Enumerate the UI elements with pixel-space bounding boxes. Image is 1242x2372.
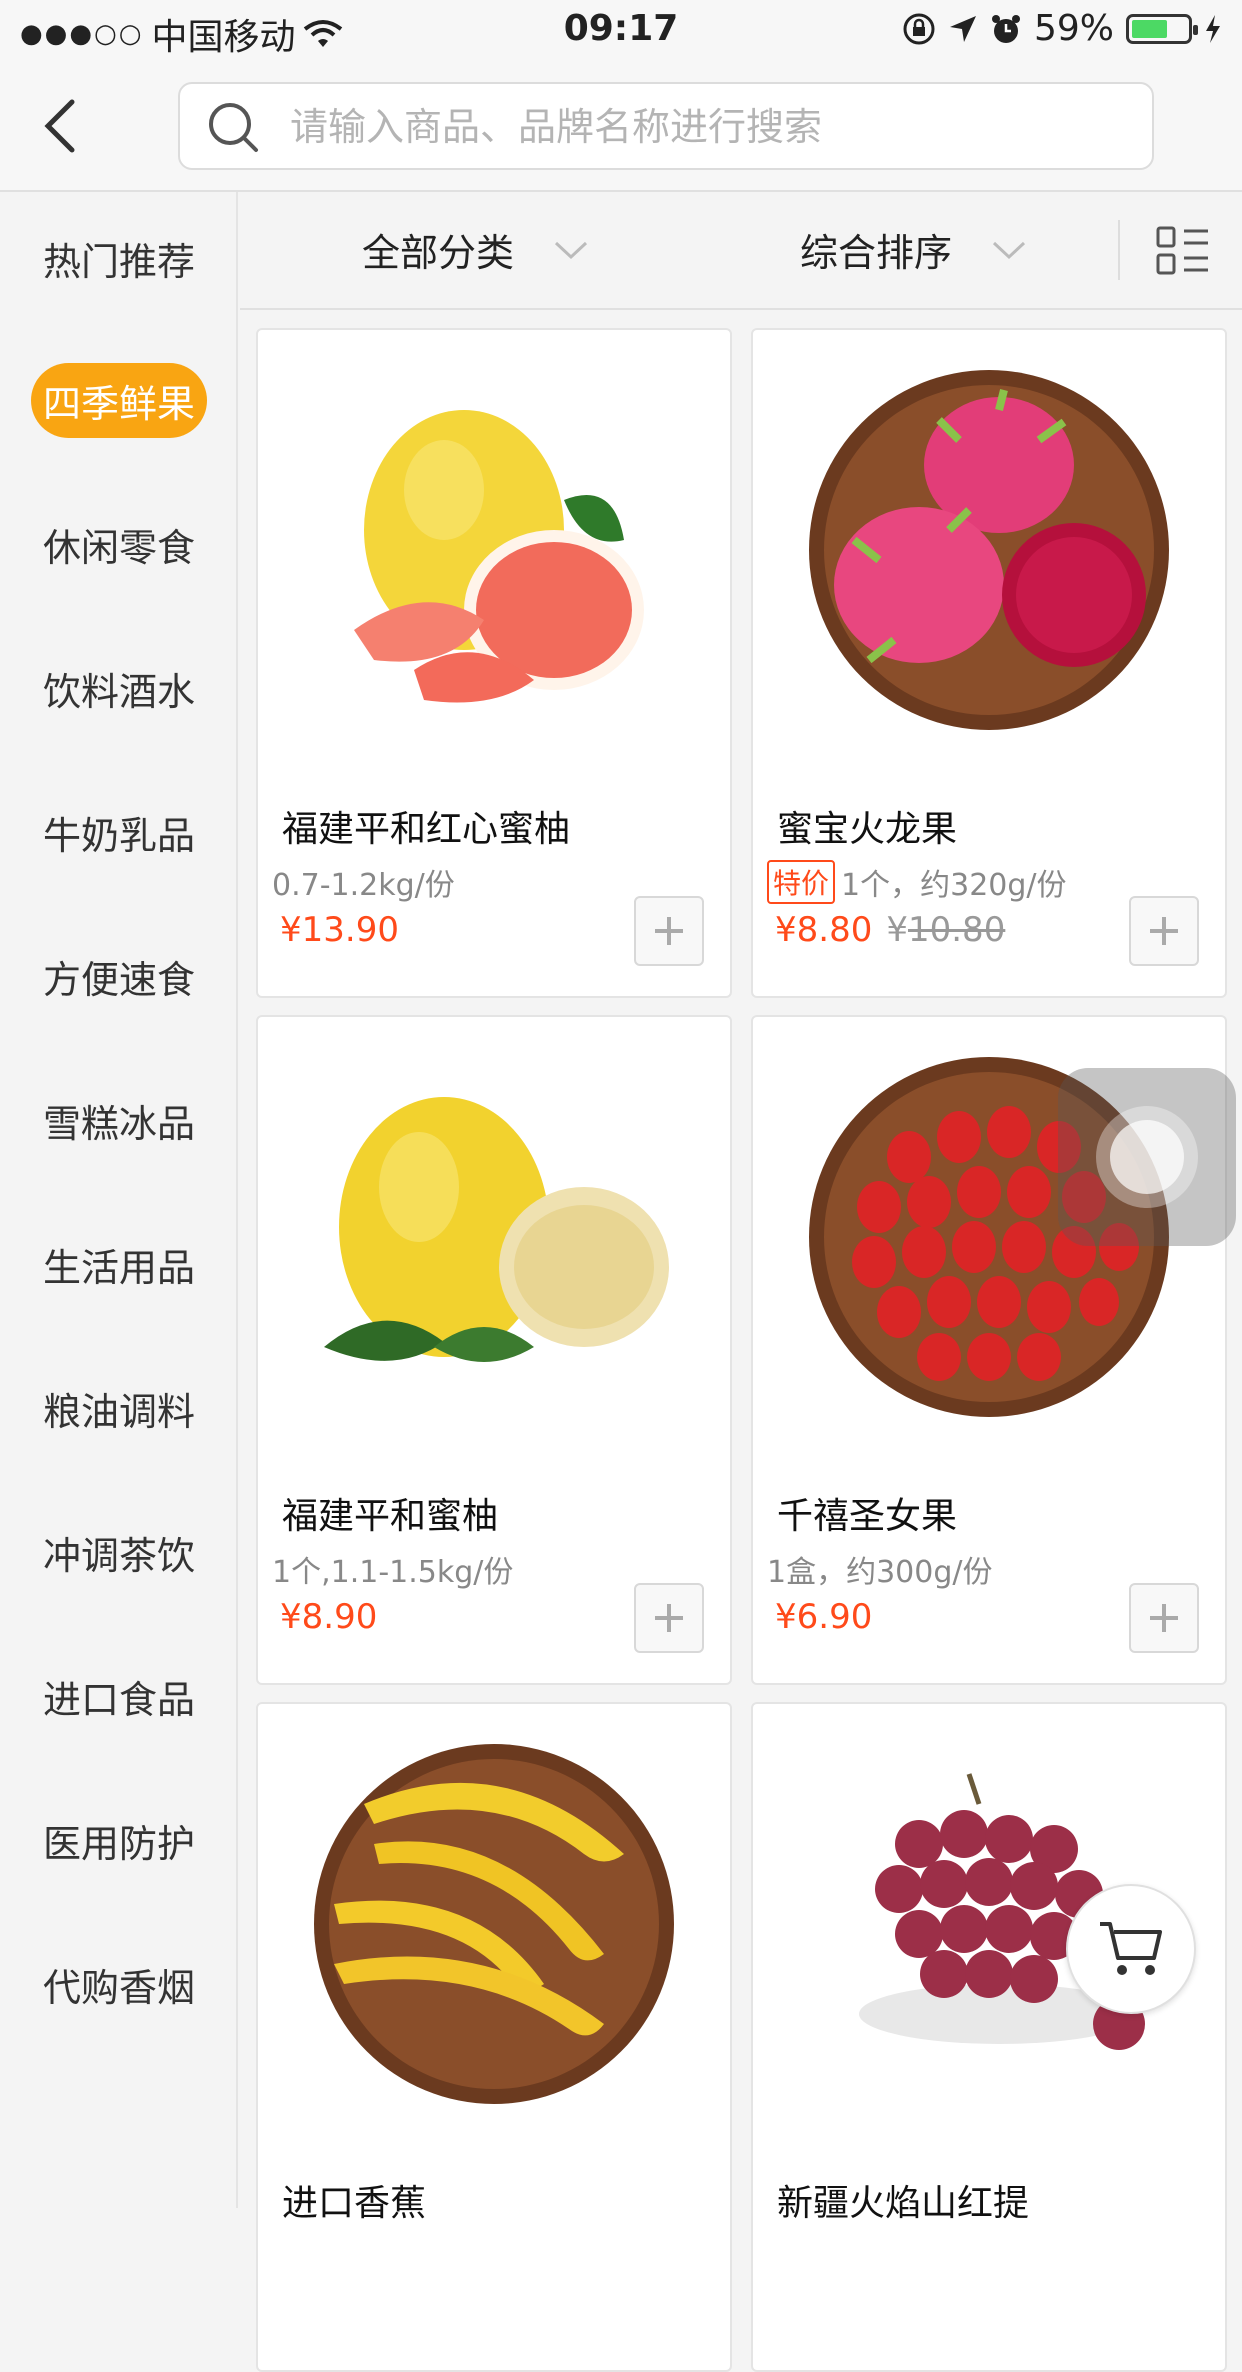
cart-button[interactable] — [1066, 1884, 1196, 2014]
product-spec-text: 1个，约320g/份 — [841, 868, 1067, 903]
sidebar-item-label: 医用防护 — [42, 1821, 195, 1866]
sidebar-item-tea[interactable]: 冲调茶饮 — [0, 1512, 238, 1592]
sidebar-item-label: 进口食品 — [42, 1677, 195, 1722]
back-icon[interactable] — [36, 98, 86, 154]
dragonfruit-icon — [753, 330, 1225, 770]
battery-icon — [1126, 13, 1198, 44]
sidebar-item-label: 方便速食 — [42, 957, 195, 1002]
chevron-down-icon — [554, 241, 588, 259]
sidebar-item-daily[interactable]: 生活用品 — [0, 1224, 238, 1304]
product-name: 进口香蕉 — [282, 2183, 427, 2224]
category-sidebar: 热门推荐 四季鲜果 休闲零食 饮料酒水 牛奶乳品 方便速食 雪糕冰品 生活用品 … — [0, 192, 238, 2208]
product-name: 蜜宝火龙果 — [777, 809, 958, 850]
search-icon — [209, 103, 258, 152]
add-to-cart-button[interactable] — [634, 896, 704, 966]
product-card[interactable]: 蜜宝火龙果 特价 1个，约320g/份 ¥8.80 ¥10.80 — [751, 328, 1227, 998]
sale-badge: 特价 — [767, 860, 836, 904]
product-name: 新疆火焰山红提 — [777, 2183, 1030, 2224]
sidebar-item-medical[interactable]: 医用防护 — [0, 1800, 238, 1880]
product-spec-text: 0.7-1.2kg/份 — [272, 868, 455, 903]
sort-filter[interactable]: 综合排序 — [800, 222, 1026, 277]
search-box[interactable] — [178, 82, 1154, 170]
product-spec: 1个,1.1-1.5kg/份 — [272, 1547, 513, 1591]
product-spec-text: 1盒，约300g/份 — [767, 1555, 993, 1590]
rotation-lock-icon — [903, 13, 935, 44]
plus-icon — [1150, 917, 1178, 945]
product-price: ¥8.90 — [280, 1597, 377, 1637]
product-card[interactable]: 新疆火焰山红提 — [751, 1702, 1227, 2372]
sidebar-item-imported[interactable]: 进口食品 — [0, 1656, 238, 1736]
original-price: ¥10.80 — [886, 910, 1005, 950]
sidebar-item-snacks[interactable]: 休闲零食 — [0, 504, 238, 584]
product-price: ¥8.80 ¥10.80 — [775, 910, 1005, 950]
sidebar-item-label: 热门推荐 — [42, 239, 195, 284]
sidebar-item-label: 粮油调料 — [42, 1389, 195, 1434]
shopping-cart-icon — [1100, 1922, 1162, 1975]
sidebar-item-label: 休闲零食 — [42, 525, 195, 570]
plus-icon — [655, 917, 683, 945]
banana-icon — [258, 1704, 730, 2144]
sidebar-item-tobacco[interactable]: 代购香烟 — [0, 1944, 238, 2024]
product-card[interactable]: 福建平和蜜柚 1个,1.1-1.5kg/份 ¥8.90 — [256, 1015, 732, 1685]
plus-icon — [655, 1604, 683, 1632]
sidebar-item-label: 四季鲜果 — [30, 362, 207, 438]
product-spec: 特价 1个，约320g/份 — [767, 860, 1067, 904]
assistive-touch-dot — [1110, 1120, 1184, 1194]
original-price-currency: ¥ — [886, 910, 908, 950]
sidebar-item-label: 冲调茶饮 — [42, 1533, 195, 1578]
sidebar-item-fruit[interactable]: 四季鲜果 — [0, 360, 238, 440]
pomelo-red-icon — [258, 330, 730, 770]
product-spec: 1盒，约300g/份 — [767, 1547, 993, 1591]
sidebar-item-label: 雪糕冰品 — [42, 1101, 195, 1146]
original-price-value: 10.80 — [907, 910, 1006, 950]
product-card[interactable]: 福建平和红心蜜柚 0.7-1.2kg/份 ¥13.90 — [256, 328, 732, 998]
product-name: 千禧圣女果 — [777, 1496, 958, 1537]
sidebar-item-label: 饮料酒水 — [42, 669, 195, 714]
location-icon — [949, 15, 976, 42]
alarm-icon — [991, 14, 1020, 43]
product-name: 福建平和红心蜜柚 — [282, 809, 571, 850]
chevron-down-icon — [992, 241, 1026, 259]
search-header — [0, 62, 1242, 192]
filter-bar: 全部分类 综合排序 — [240, 192, 1242, 310]
product-spec-text: 1个,1.1-1.5kg/份 — [272, 1555, 514, 1590]
list-view-icon[interactable] — [1156, 226, 1210, 276]
status-bar: ●●●○○ 中国移动 09:17 59% — [0, 0, 1242, 62]
pomelo-icon — [258, 1017, 730, 1457]
product-price: ¥13.90 — [280, 910, 399, 950]
charging-icon — [1206, 14, 1220, 43]
sidebar-item-label: 牛奶乳品 — [42, 813, 195, 858]
price-value: ¥13.90 — [280, 910, 399, 950]
add-to-cart-button[interactable] — [1129, 1583, 1199, 1653]
product-price: ¥6.90 — [775, 1597, 872, 1637]
search-input[interactable] — [290, 92, 1130, 162]
product-spec: 0.7-1.2kg/份 — [272, 860, 455, 904]
price-value: ¥6.90 — [775, 1597, 873, 1637]
price-value: ¥8.80 — [775, 910, 873, 950]
plus-icon — [1150, 1604, 1178, 1632]
battery-percent: 59% — [1033, 8, 1114, 49]
category-filter[interactable]: 全部分类 — [362, 222, 588, 277]
category-filter-label: 全部分类 — [362, 231, 515, 275]
sort-filter-label: 综合排序 — [800, 231, 953, 275]
sidebar-item-hot[interactable]: 热门推荐 — [0, 218, 238, 298]
sidebar-item-icecream[interactable]: 雪糕冰品 — [0, 1080, 238, 1160]
price-value: ¥8.90 — [280, 1597, 378, 1637]
filter-divider — [1118, 220, 1120, 280]
add-to-cart-button[interactable] — [1129, 896, 1199, 966]
sidebar-item-dairy[interactable]: 牛奶乳品 — [0, 792, 238, 872]
sidebar-item-drinks[interactable]: 饮料酒水 — [0, 648, 238, 728]
assistive-touch-button[interactable] — [1058, 1068, 1236, 1246]
product-card[interactable]: 进口香蕉 — [256, 1702, 732, 2372]
sidebar-item-label: 生活用品 — [42, 1245, 195, 1290]
status-right: 59% — [902, 8, 1222, 49]
add-to-cart-button[interactable] — [634, 1583, 704, 1653]
product-name: 福建平和蜜柚 — [282, 1496, 499, 1537]
sidebar-item-instant[interactable]: 方便速食 — [0, 936, 238, 1016]
sidebar-item-grain-oil[interactable]: 粮油调料 — [0, 1368, 238, 1448]
sidebar-item-label: 代购香烟 — [42, 1965, 195, 2010]
